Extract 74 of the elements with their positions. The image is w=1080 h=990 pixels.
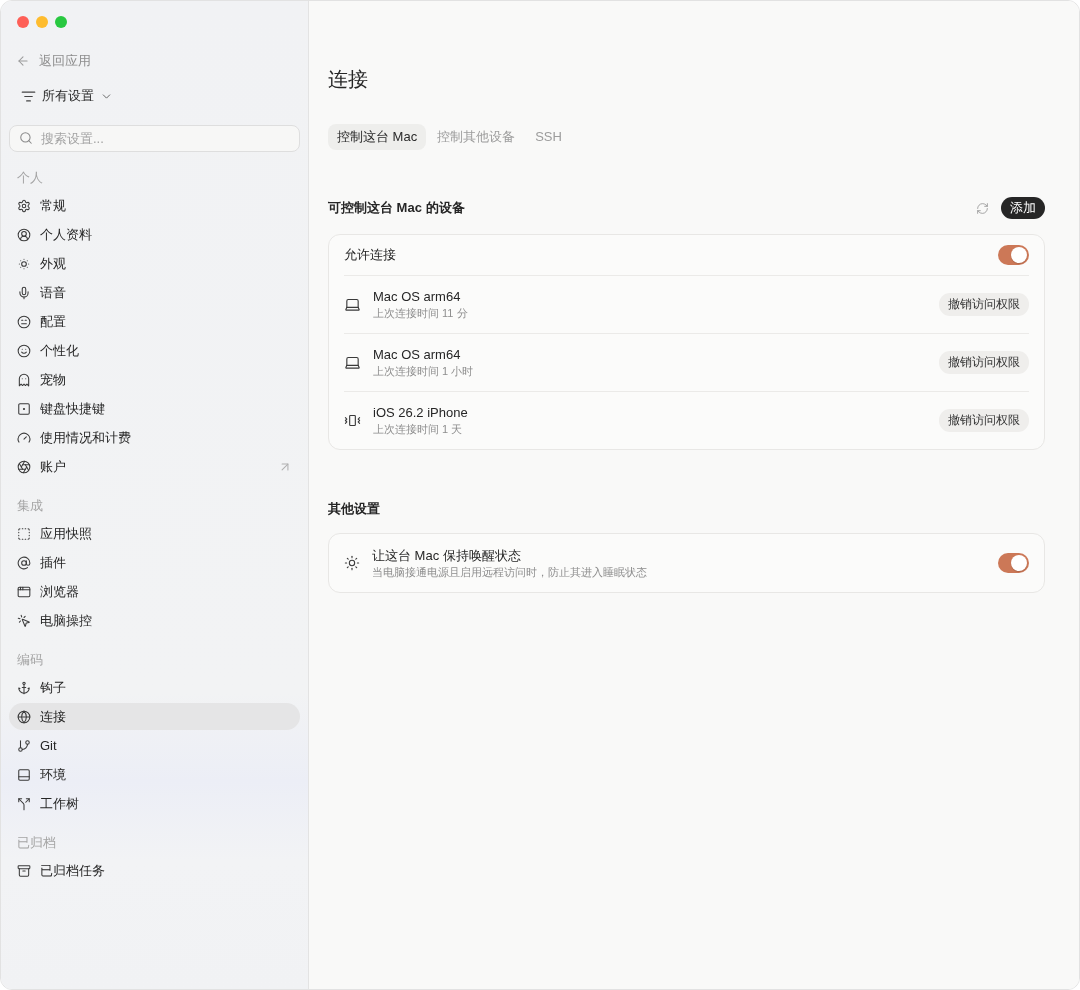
sun-icon	[17, 256, 31, 271]
tab[interactable]: 控制这台 Mac	[328, 124, 427, 150]
last-connected-text: 上次连接时间 1 天	[373, 422, 463, 437]
microphone-icon	[17, 285, 31, 300]
sidebar-item[interactable]: 配置	[9, 308, 300, 335]
last-connected-text: 上次连接时间 1 小时	[373, 364, 474, 379]
archive-icon	[17, 863, 31, 878]
gear-icon	[17, 198, 31, 213]
sidebar-item[interactable]: 账户	[9, 453, 300, 480]
sidebar-item[interactable]: 已归档任务	[9, 857, 300, 884]
smile-icon	[17, 343, 31, 358]
laptop-icon	[344, 296, 361, 313]
sidebar-item[interactable]: 键盘快捷键	[9, 395, 300, 422]
git-branch-icon	[17, 738, 31, 753]
search-icon	[19, 131, 33, 145]
sidebar-item[interactable]: 连接	[9, 703, 300, 730]
sidebar-item[interactable]: 宠物	[9, 366, 300, 393]
globe-icon	[17, 709, 31, 724]
revoke-button[interactable]: 撤销访问权限	[939, 409, 1029, 432]
sidebar-item[interactable]: 语音	[9, 279, 300, 306]
setting-description: 当电脑接通电源且启用远程访问时，防止其进入睡眠状态	[372, 564, 647, 580]
sidebar-item[interactable]: 浏览器	[9, 578, 300, 605]
ghost-icon	[17, 372, 31, 387]
sidebar-item[interactable]: 使用情况和计费	[9, 424, 300, 451]
phone-vibrate-icon	[344, 412, 361, 429]
device-name: Mac OS arm64	[373, 288, 461, 305]
zoom-button[interactable]	[55, 16, 67, 28]
pointer-click-icon	[17, 613, 31, 628]
at-sign-icon	[17, 555, 31, 570]
section-title: 其他设置	[328, 500, 380, 518]
sidebar-item[interactable]: 环境	[9, 761, 300, 788]
refresh-icon[interactable]	[976, 201, 989, 215]
gauge-icon	[17, 430, 31, 445]
device-name: Mac OS arm64	[373, 346, 461, 363]
last-connected-text: 上次连接时间 11 分	[373, 306, 468, 321]
sidebar-item[interactable]: 工作树	[9, 790, 300, 817]
sidebar-item[interactable]: 个人资料	[9, 221, 300, 248]
browser-window-icon	[17, 584, 31, 599]
dashed-square-icon	[17, 526, 31, 541]
setting-title: 让这台 Mac 保持唤醒状态	[372, 546, 521, 564]
split-arrow-icon	[17, 796, 31, 811]
section-heading: 已归档	[16, 834, 56, 852]
filter-icon	[21, 88, 36, 104]
sidebar-item[interactable]: Git	[9, 732, 300, 759]
sun-icon	[344, 555, 360, 571]
sidebar-item[interactable]: 应用快照	[9, 520, 300, 547]
face-icon	[17, 314, 31, 329]
anchor-icon	[17, 680, 31, 695]
toggle-switch[interactable]	[998, 553, 1029, 573]
aperture-icon	[17, 459, 31, 474]
sidebar-item[interactable]: 外观	[9, 250, 300, 277]
sidebar-item[interactable]: 电脑操控	[9, 607, 300, 634]
section-title: 可控制这台 Mac 的设备	[328, 199, 465, 217]
laptop-icon	[344, 354, 361, 371]
close-button[interactable]	[17, 16, 29, 28]
section-heading: 个人	[16, 169, 43, 187]
panel-icon	[17, 767, 31, 782]
section-heading: 编码	[16, 651, 43, 669]
sidebar-item[interactable]: 插件	[9, 549, 300, 576]
filter-dropdown[interactable]: 所有设置	[9, 86, 113, 106]
user-circle-icon	[17, 227, 31, 242]
search-field[interactable]: 搜索设置...	[9, 125, 300, 152]
page-title: 连接	[328, 67, 368, 92]
section-heading: 集成	[16, 497, 43, 515]
sidebar-item[interactable]: 常规	[9, 192, 300, 219]
sidebar-item[interactable]: 个性化	[9, 337, 300, 364]
sidebar-item[interactable]: 钩子	[9, 674, 300, 701]
revoke-button[interactable]: 撤销访问权限	[939, 351, 1029, 374]
toggle-switch[interactable]	[998, 245, 1029, 265]
add-button[interactable]: 添加	[1001, 197, 1045, 219]
device-name: iOS 26.2 iPhone	[373, 404, 468, 421]
revoke-button[interactable]: 撤销访问权限	[939, 293, 1029, 316]
minimize-button[interactable]	[36, 16, 48, 28]
setting-label: 允许连接	[344, 246, 396, 264]
